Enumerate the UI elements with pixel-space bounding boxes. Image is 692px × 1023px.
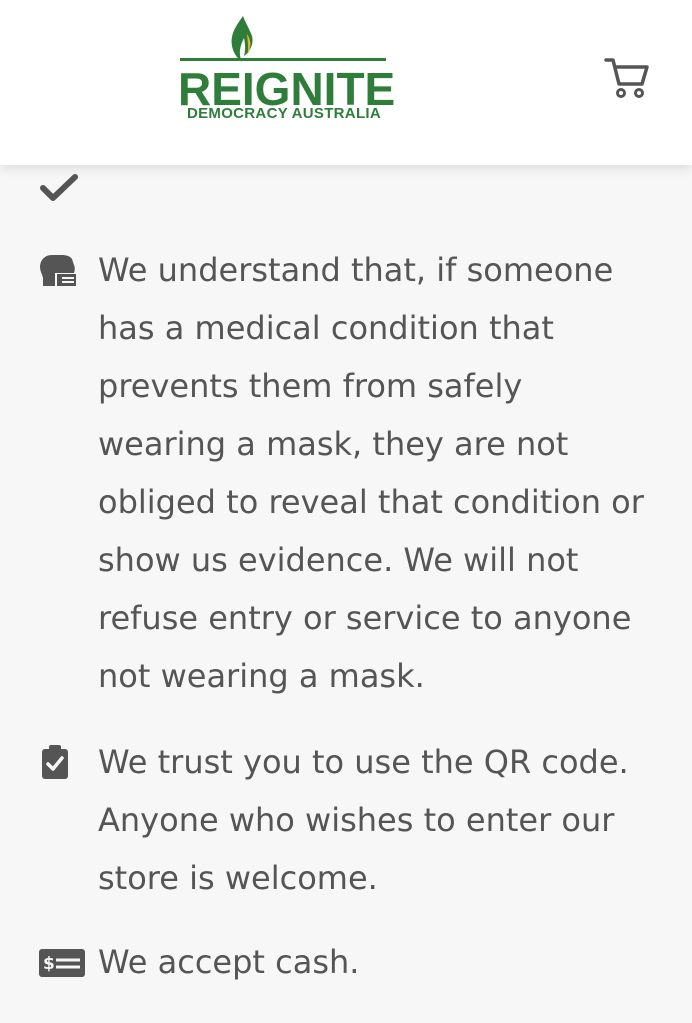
check-icon xyxy=(40,174,78,201)
logo-subtitle: DEMOCRACY AUSTRALIA xyxy=(186,105,382,122)
cart-icon[interactable] xyxy=(604,56,650,100)
svg-text:$: $ xyxy=(43,954,55,974)
logo-rule xyxy=(180,58,386,61)
policy-text: We accept cash. xyxy=(98,943,360,981)
clipboard-check-icon xyxy=(42,745,68,779)
site-header: REIGNITE DEMOCRACY AUSTRALIA xyxy=(0,0,692,165)
logo[interactable]: REIGNITE DEMOCRACY AUSTRALIA xyxy=(178,14,395,126)
money-check-icon: $ xyxy=(39,949,85,977)
head-side-mask-icon xyxy=(40,255,76,286)
policy-text: We understand that, if someone has a med… xyxy=(98,251,644,695)
policy-text: We trust you to use the QR code. Anyone … xyxy=(98,743,629,897)
flame-icon xyxy=(231,16,253,62)
